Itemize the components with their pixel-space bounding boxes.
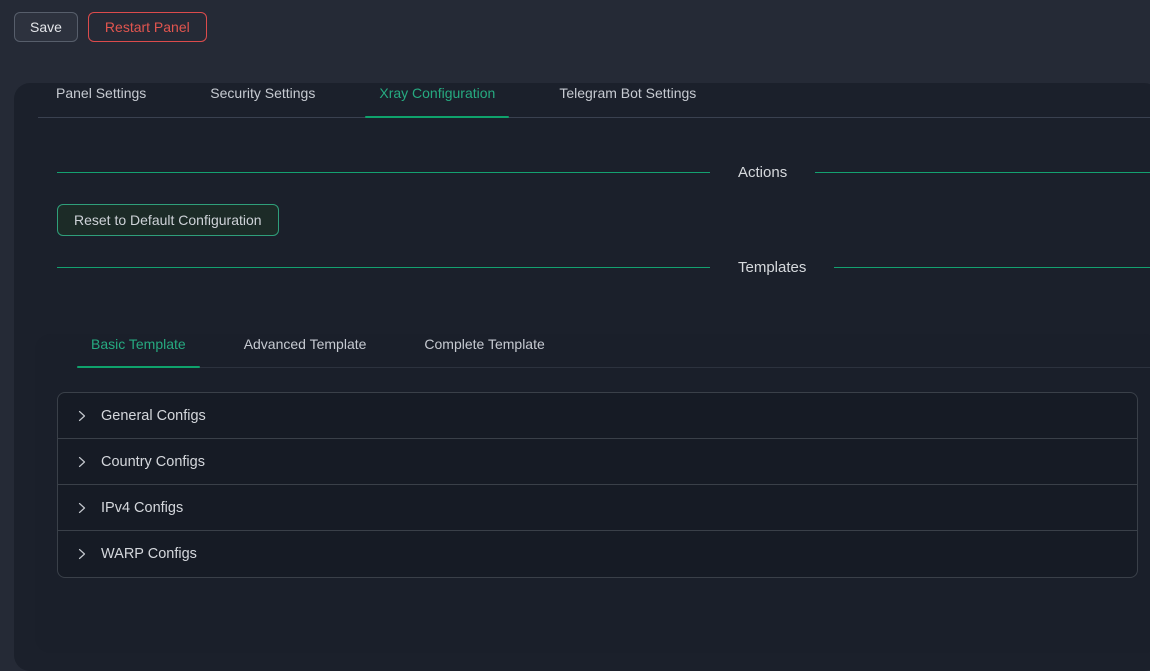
tab-security-settings[interactable]: Security Settings (196, 83, 329, 117)
tab-advanced-template[interactable]: Advanced Template (230, 334, 381, 367)
collapse-header-ipv4-configs[interactable]: IPv4 Configs (58, 485, 1137, 531)
templates-card: Basic Template Advanced Template Complet… (35, 334, 1150, 653)
tab-basic-template[interactable]: Basic Template (77, 334, 200, 367)
settings-card: Panel Settings Security Settings Xray Co… (14, 83, 1150, 671)
tab-panel-settings[interactable]: Panel Settings (42, 83, 160, 117)
top-toolbar: Save Restart Panel (0, 0, 1150, 53)
collapse-header-country-configs[interactable]: Country Configs (58, 439, 1137, 485)
template-tabbar: Basic Template Advanced Template Complet… (77, 334, 1150, 368)
collapse-header-warp-configs[interactable]: WARP Configs (58, 531, 1137, 577)
restart-panel-button[interactable]: Restart Panel (88, 12, 207, 42)
save-button[interactable]: Save (14, 12, 78, 42)
template-config-collapse: General Configs Country Configs IPv4 Con… (57, 392, 1138, 578)
chevron-right-icon (76, 410, 88, 422)
templates-divider-title: Templates (738, 259, 806, 276)
templates-divider: Templates (57, 255, 1150, 279)
collapse-label: IPv4 Configs (101, 500, 183, 516)
actions-divider-title: Actions (738, 164, 787, 181)
collapse-header-general-configs[interactable]: General Configs (58, 393, 1137, 439)
chevron-right-icon (76, 502, 88, 514)
tab-complete-template[interactable]: Complete Template (410, 334, 558, 367)
divider-line (815, 172, 1150, 173)
settings-tabbar: Panel Settings Security Settings Xray Co… (38, 83, 1150, 118)
divider-line (57, 267, 710, 268)
collapse-label: General Configs (101, 408, 206, 424)
chevron-right-icon (76, 548, 88, 560)
collapse-label: Country Configs (101, 454, 205, 470)
divider-line (57, 172, 710, 173)
reset-default-configuration-button[interactable]: Reset to Default Configuration (57, 204, 279, 236)
chevron-right-icon (76, 456, 88, 468)
tab-telegram-bot-settings[interactable]: Telegram Bot Settings (545, 83, 710, 117)
divider-line (834, 267, 1150, 268)
tab-xray-configuration[interactable]: Xray Configuration (365, 83, 509, 117)
actions-divider: Actions (57, 160, 1150, 184)
collapse-label: WARP Configs (101, 546, 197, 562)
